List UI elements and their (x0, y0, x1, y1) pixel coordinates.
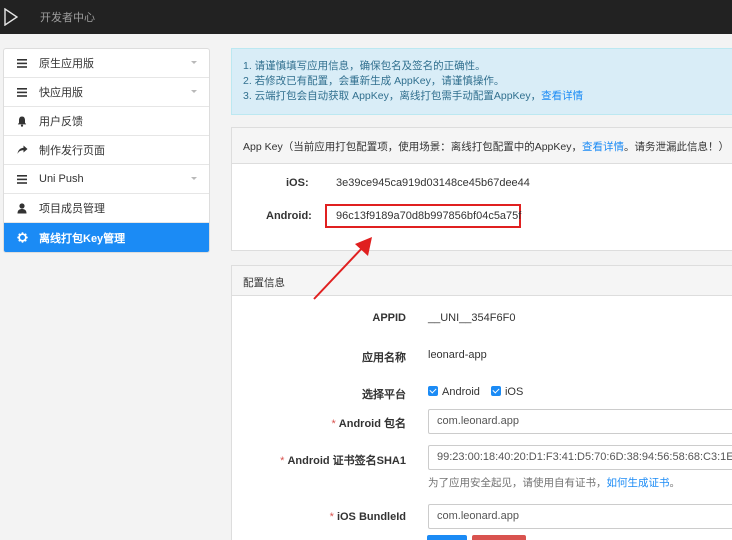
sha1-input[interactable]: 99:23:00:18:40:20:D1:F3:41:D5:70:6D:38:9… (428, 445, 732, 470)
sidebar-item-quick-app[interactable]: 快应用版 (4, 78, 209, 107)
appid-label: APPID (372, 312, 406, 324)
ios-key-value[interactable]: 3e39ce945ca919d03148ce45b67dee44 (336, 177, 530, 189)
ios-bundle-input[interactable]: com.leonard.app (428, 504, 732, 529)
sidebar-item-offline-key[interactable]: 离线打包Key管理 (4, 223, 209, 252)
annotation-arrow-icon (313, 237, 372, 300)
alert-line: 3. 云端打包会自动获取 AppKey，离线打包需手动配置AppKey，查看详情 (243, 90, 584, 102)
sidebar-item-label: 项目成员管理 (39, 203, 105, 215)
sidebar: 原生应用版 快应用版 用户反馈 制作发行页面 Uni Push 项目成员管理 离… (3, 48, 210, 253)
delete-button[interactable] (472, 535, 526, 540)
config-panel: 配置信息 APPID __UNI__354F6F0 应用名称 leonard-a… (231, 265, 732, 540)
sidebar-item-label: Uni Push (39, 173, 84, 185)
sha1-label: * Android 证书签名SHA1 (280, 455, 406, 467)
view-details-link[interactable]: 查看详情 (582, 141, 624, 153)
share-icon (16, 144, 28, 156)
sidebar-item-native-app[interactable]: 原生应用版 (4, 49, 209, 78)
panel-heading: App Key（当前应用打包配置项，使用场景：离线打包配置中的AppKey，查看… (232, 128, 732, 164)
alert-line: 1. 请谨慎填写应用信息，确保包名及签名的正确性。 (243, 60, 486, 72)
sha1-help-text: 为了应用安全起见，请使用自有证书，如何生成证书。 (428, 477, 680, 489)
android-package-label: * Android 包名 (331, 418, 407, 430)
chevron-down-icon (191, 61, 197, 64)
user-icon (16, 202, 28, 214)
chevron-down-icon (191, 177, 197, 180)
sidebar-item-release-page[interactable]: 制作发行页面 (4, 136, 209, 165)
sidebar-item-label: 离线打包Key管理 (39, 232, 126, 245)
panel-heading: 配置信息 (232, 266, 732, 296)
chevron-down-icon (191, 90, 197, 93)
ios-checkbox[interactable] (490, 386, 501, 396)
page-title[interactable]: 开发者中心 (40, 9, 95, 25)
view-details-link[interactable]: 查看详情 (541, 90, 583, 102)
sidebar-item-label: 快应用版 (39, 87, 83, 99)
android-key-value[interactable]: 96c13f9189a70d8b997856bf04c5a75f (336, 210, 521, 222)
ios-key-label: iOS: (286, 177, 309, 189)
bell-icon (16, 115, 28, 127)
list-icon (16, 173, 28, 185)
sidebar-item-feedback[interactable]: 用户反馈 (4, 107, 209, 136)
android-package-input[interactable]: com.leonard.app (428, 409, 732, 434)
sidebar-item-members[interactable]: 项目成员管理 (4, 194, 209, 223)
sidebar-item-uni-push[interactable]: Uni Push (4, 165, 209, 194)
alert-line: 2. 若修改已有配置，会重新生成 AppKey，请谨慎操作。 (243, 75, 505, 87)
android-key-label: Android: (266, 210, 312, 222)
logo-icon[interactable] (4, 8, 18, 26)
sidebar-item-label: 原生应用版 (39, 58, 94, 70)
info-alert: 1. 请谨慎填写应用信息，确保包名及签名的正确性。 2. 若修改已有配置，会重新… (231, 48, 732, 115)
sidebar-item-label: 制作发行页面 (39, 145, 105, 157)
list-icon (16, 57, 28, 69)
appkey-panel: App Key（当前应用打包配置项，使用场景：离线打包配置中的AppKey，查看… (231, 127, 732, 251)
sidebar-item-label: 用户反馈 (39, 116, 83, 128)
platform-options: Android iOS (428, 386, 523, 398)
android-checkbox[interactable] (428, 386, 438, 396)
gear-icon (16, 232, 28, 244)
app-name-label: 应用名称 (362, 352, 406, 364)
appid-value: __UNI__354F6F0 (428, 312, 516, 324)
top-navbar: 开发者中心 (0, 0, 732, 34)
ios-bundle-label: * iOS BundleId (329, 511, 406, 523)
save-button[interactable] (427, 535, 467, 540)
platform-label: 选择平台 (362, 389, 406, 401)
app-name-value: leonard-app (428, 349, 487, 361)
list-icon (16, 86, 28, 98)
how-to-generate-cert-link[interactable]: 如何生成证书 (607, 477, 670, 489)
